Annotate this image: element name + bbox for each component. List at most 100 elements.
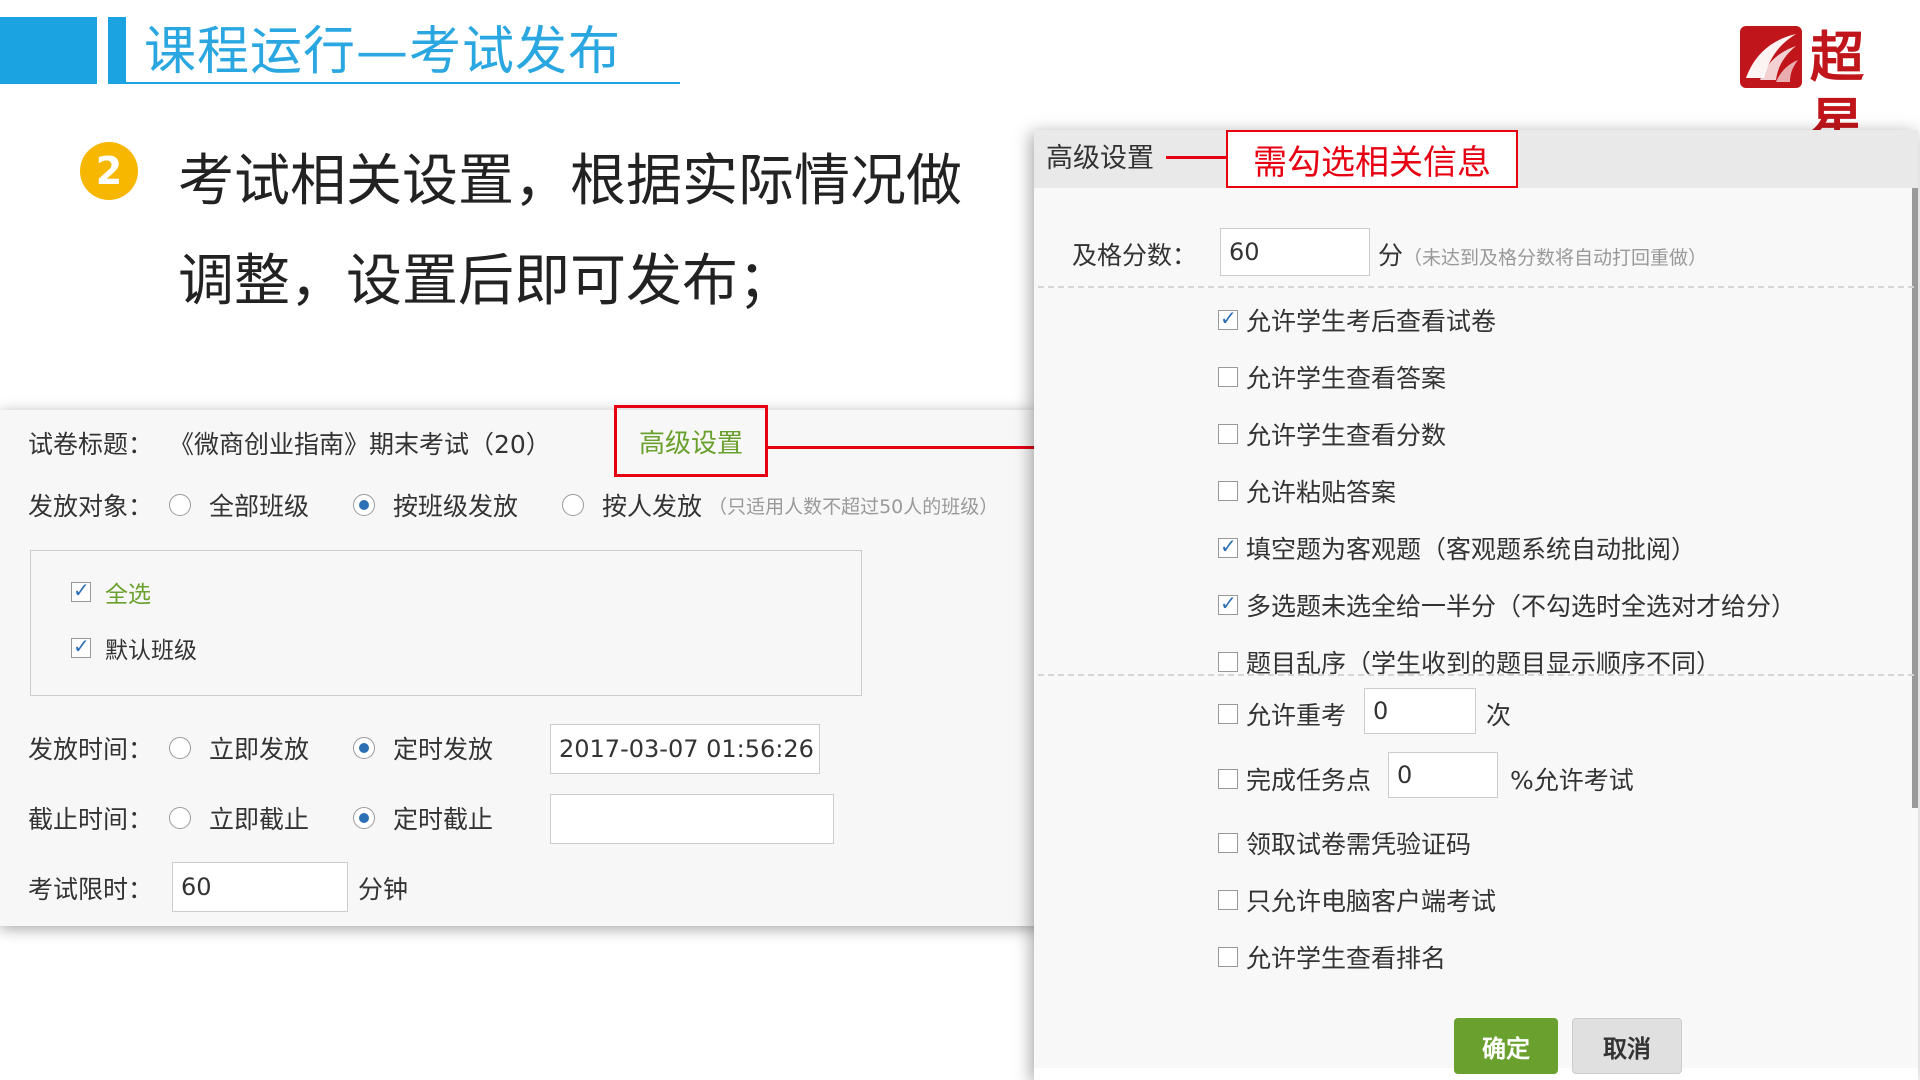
time-limit-row: 考试限时：: [28, 870, 153, 906]
option-paste-answer[interactable]: 允许粘贴答案: [1218, 473, 1396, 509]
target-option-all-label: 全部班级: [209, 492, 310, 521]
option-multi-half[interactable]: 多选题未选全给一半分（不勾选时全选对才给分）: [1218, 587, 1796, 623]
pass-score-unit-row: 分（未达到及格分数将自动打回重做）: [1378, 236, 1707, 272]
option-view-score-checkbox[interactable]: [1218, 424, 1238, 444]
dialog-title: 高级设置: [1046, 143, 1154, 174]
option-paste-answer-label: 允许粘贴答案: [1246, 478, 1397, 507]
target-label: 发放对象：: [28, 492, 154, 521]
option-shuffle-checkbox[interactable]: [1218, 652, 1238, 672]
divider-2: [1038, 674, 1914, 676]
logo-mark-icon: [1740, 26, 1802, 88]
option-pc-only-checkbox[interactable]: [1218, 890, 1238, 910]
option-fill-objective[interactable]: 填空题为客观题（客观题系统自动批阅）: [1218, 530, 1696, 566]
pass-score-input[interactable]: 60: [1220, 228, 1370, 276]
option-view-score[interactable]: 允许学生查看分数: [1218, 416, 1446, 452]
advanced-settings-link[interactable]: 高级设置: [614, 405, 768, 477]
confirm-button[interactable]: 确定: [1454, 1018, 1558, 1074]
paper-title-row: 试卷标题： 《微商创业指南》期末考试（20）: [28, 425, 551, 461]
select-all-row[interactable]: 全选: [71, 575, 151, 609]
pass-score-label: 及格分数：: [1072, 241, 1198, 270]
option-fill-objective-checkbox[interactable]: [1218, 534, 1238, 558]
option-view-ranking-label: 允许学生查看排名: [1246, 944, 1447, 973]
header-underline: [126, 82, 680, 84]
retake-count-input[interactable]: 0: [1364, 688, 1476, 734]
publish-time-label: 发放时间：: [28, 735, 154, 764]
publish-now-option[interactable]: 立即发放: [169, 730, 309, 766]
deadline-input[interactable]: [550, 794, 834, 844]
deadline-now-label: 立即截止: [209, 805, 310, 834]
bullet-line-2: 调整，设置后即可发布；: [178, 249, 794, 314]
option-view-paper-checkbox[interactable]: [1218, 306, 1238, 330]
task-percent-unit: %允许考试: [1510, 766, 1634, 795]
option-retake-checkbox[interactable]: [1218, 704, 1238, 724]
option-retake-label: 允许重考: [1246, 701, 1347, 730]
chaoxing-logo: 超星: [1740, 18, 1898, 155]
deadline-scheduled-option[interactable]: 定时截止: [353, 800, 493, 836]
option-verify-code[interactable]: 领取试卷需凭验证码: [1218, 825, 1471, 861]
pass-score-row: 及格分数：: [1072, 236, 1197, 272]
pass-score-hint: （未达到及格分数将自动打回重做）: [1403, 247, 1708, 269]
pass-score-unit: 分: [1378, 241, 1404, 270]
option-verify-code-checkbox[interactable]: [1218, 833, 1238, 853]
deadline-now-option[interactable]: 立即截止: [169, 800, 309, 836]
option-task-complete[interactable]: 完成任务点: [1218, 761, 1371, 797]
option-view-answer[interactable]: 允许学生查看答案: [1218, 359, 1446, 395]
header-bar: [108, 17, 126, 84]
paper-title-value: 《微商创业指南》期末考试（20）: [168, 430, 551, 459]
default-class-checkbox[interactable]: [71, 634, 91, 658]
target-option-by-class[interactable]: 按班级发放: [353, 487, 518, 523]
radio-by-class[interactable]: [353, 494, 376, 516]
deadline-label: 截止时间：: [28, 805, 154, 834]
divider-1: [1038, 286, 1914, 288]
target-option-by-person-label: 按人发放: [602, 492, 703, 521]
target-hint: （只适用人数不超过50人的班级）: [708, 495, 999, 518]
option-verify-code-label: 领取试卷需凭验证码: [1246, 830, 1472, 859]
option-pc-only-label: 只允许电脑客户端考试: [1246, 887, 1497, 916]
slide-title: 课程运行—考试发布: [144, 22, 622, 82]
dialog-header: 高级设置 需勾选相关信息: [1034, 130, 1918, 188]
publish-scheduled-label: 定时发放: [393, 735, 494, 764]
publish-time-row: 发放时间： 立即发放 定时发放: [28, 730, 537, 766]
option-task-complete-checkbox[interactable]: [1218, 769, 1238, 789]
time-limit-label: 考试限时：: [28, 875, 154, 904]
publish-now-label: 立即发放: [209, 735, 310, 764]
option-view-score-label: 允许学生查看分数: [1246, 421, 1447, 450]
option-pc-only[interactable]: 只允许电脑客户端考试: [1218, 882, 1496, 918]
option-view-paper-label: 允许学生考后查看试卷: [1246, 307, 1497, 336]
publish-scheduled-option[interactable]: 定时发放: [353, 730, 493, 766]
dialog-scrollbar[interactable]: [1912, 188, 1918, 808]
target-option-by-person[interactable]: 按人发放: [562, 487, 702, 523]
time-limit-unit: 分钟: [358, 875, 409, 904]
radio-all-classes[interactable]: [169, 494, 192, 516]
bullet-line-1: 考试相关设置，根据实际情况做: [178, 149, 962, 214]
cancel-button[interactable]: 取消: [1572, 1018, 1682, 1074]
retake-unit: 次: [1486, 701, 1512, 730]
header-block: [0, 17, 97, 84]
option-multi-half-checkbox[interactable]: [1218, 591, 1238, 615]
option-retake[interactable]: 允许重考: [1218, 696, 1346, 732]
radio-publish-scheduled[interactable]: [353, 737, 376, 759]
option-view-ranking[interactable]: 允许学生查看排名: [1218, 939, 1446, 975]
option-view-paper[interactable]: 允许学生考后查看试卷: [1218, 302, 1496, 338]
option-view-answer-checkbox[interactable]: [1218, 367, 1238, 387]
option-view-answer-label: 允许学生查看答案: [1246, 364, 1447, 393]
target-row: 发放对象： 全部班级 按班级发放 按人发放 （只适用人数不超过50人的班级）: [28, 487, 998, 523]
radio-publish-now[interactable]: [169, 737, 192, 759]
radio-deadline-scheduled[interactable]: [353, 807, 376, 829]
option-paste-answer-checkbox[interactable]: [1218, 481, 1238, 501]
select-all-checkbox[interactable]: [71, 578, 91, 602]
radio-by-person[interactable]: [562, 494, 585, 516]
option-view-ranking-checkbox[interactable]: [1218, 947, 1238, 967]
time-limit-input[interactable]: 60: [172, 862, 348, 912]
tip-callout: 需勾选相关信息: [1226, 130, 1518, 188]
deadline-row: 截止时间： 立即截止 定时截止: [28, 800, 537, 836]
option-task-complete-label: 完成任务点: [1246, 766, 1372, 795]
target-option-all[interactable]: 全部班级: [169, 487, 309, 523]
publish-time-input[interactable]: 2017-03-07 01:56:26: [550, 724, 820, 774]
radio-deadline-now[interactable]: [169, 807, 192, 829]
bullet-number: 2: [80, 142, 138, 200]
option-fill-objective-label: 填空题为客观题（客观题系统自动批阅）: [1246, 535, 1697, 564]
default-class-row[interactable]: 默认班级: [71, 631, 197, 665]
task-percent-input[interactable]: 0: [1388, 752, 1498, 798]
class-select-box: 全选 默认班级: [30, 550, 862, 696]
